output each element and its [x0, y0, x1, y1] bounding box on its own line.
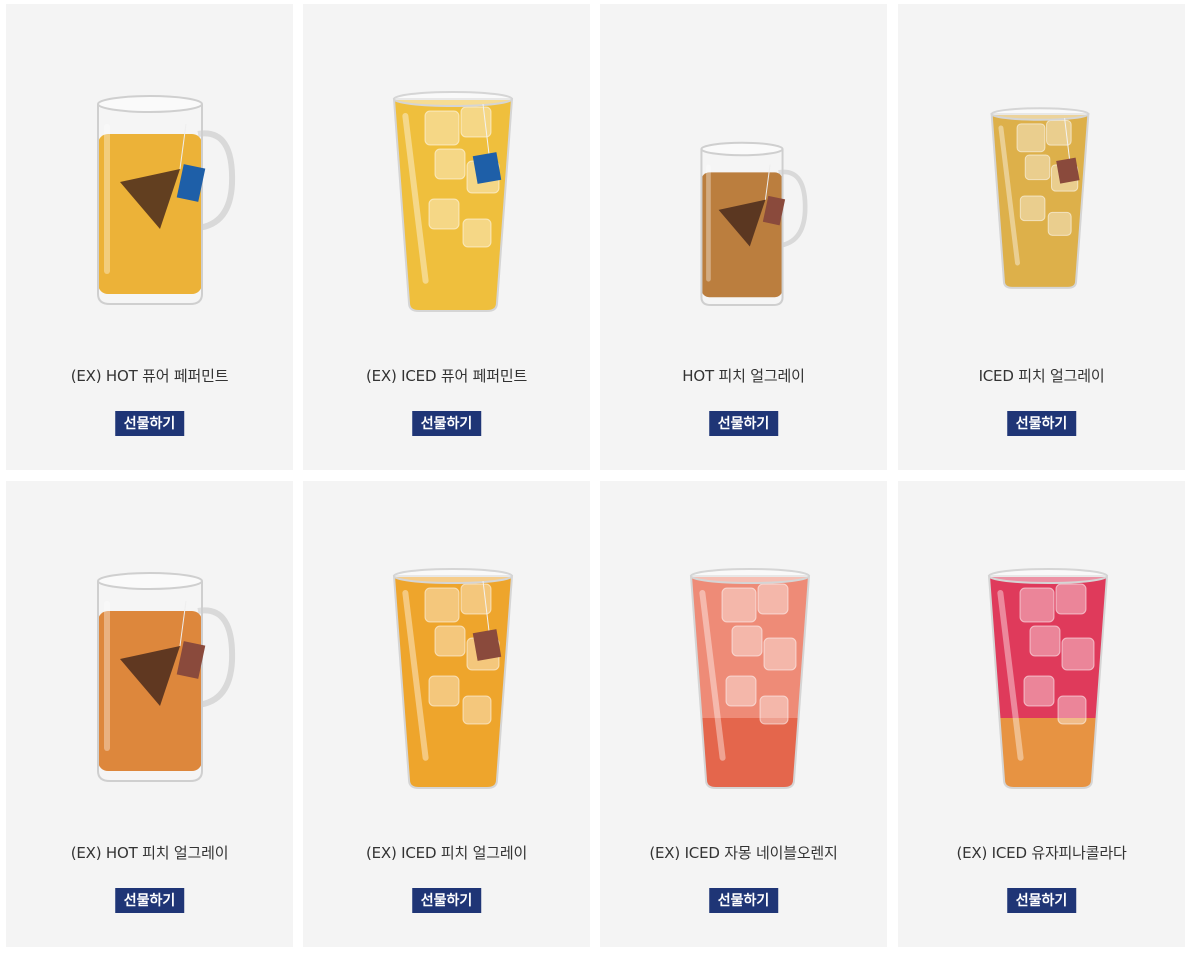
gift-button[interactable]: 선물하기	[411, 888, 482, 913]
product-image[interactable]	[303, 481, 590, 821]
product-image[interactable]	[303, 4, 590, 344]
product-image[interactable]	[6, 4, 293, 344]
product-card[interactable]: (EX) ICED 유자피나콜라다선물하기	[898, 481, 1185, 947]
product-card[interactable]: (EX) ICED 자몽 네이블오렌지선물하기	[600, 481, 887, 947]
product-image[interactable]	[600, 481, 887, 821]
product-name[interactable]: (EX) ICED 피치 얼그레이	[303, 842, 590, 863]
mug-illustration	[700, 141, 808, 306]
product-image-svg	[97, 572, 236, 782]
product-name[interactable]: (EX) HOT 퓨어 페퍼민트	[6, 365, 293, 386]
product-image-svg	[392, 568, 514, 789]
product-image[interactable]	[898, 4, 1185, 344]
product-name[interactable]: (EX) HOT 피치 얼그레이	[6, 842, 293, 863]
gift-button[interactable]: 선물하기	[114, 411, 185, 436]
glass-illustration	[990, 107, 1090, 289]
gift-button[interactable]: 선물하기	[114, 888, 185, 913]
glass-illustration	[392, 91, 514, 312]
product-image[interactable]	[898, 481, 1185, 821]
product-name[interactable]: HOT 피치 얼그레이	[600, 365, 887, 386]
product-card[interactable]: (EX) HOT 피치 얼그레이선물하기	[6, 481, 293, 947]
product-name[interactable]: (EX) ICED 퓨어 페퍼민트	[303, 365, 590, 386]
product-image-svg	[987, 568, 1109, 789]
product-image-svg	[392, 91, 514, 312]
product-image[interactable]	[600, 4, 887, 344]
gift-button[interactable]: 선물하기	[708, 888, 779, 913]
mug-illustration	[97, 95, 236, 305]
product-card[interactable]: HOT 피치 얼그레이선물하기	[600, 4, 887, 470]
product-image-svg	[700, 141, 808, 306]
gift-button[interactable]: 선물하기	[708, 411, 779, 436]
product-image-svg	[689, 568, 811, 789]
product-card[interactable]: (EX) HOT 퓨어 페퍼민트선물하기	[6, 4, 293, 470]
product-image-svg	[97, 95, 236, 305]
mug-illustration	[97, 572, 236, 782]
glass-illustration	[987, 568, 1109, 789]
product-name[interactable]: (EX) ICED 유자피나콜라다	[898, 842, 1185, 863]
product-image-svg	[990, 107, 1090, 289]
product-image[interactable]	[6, 481, 293, 821]
gift-button[interactable]: 선물하기	[1006, 411, 1077, 436]
product-grid: (EX) HOT 퓨어 페퍼민트 선물하기 (EX) ICED 퓨어 페퍼민트 선물하…	[0, 0, 1192, 955]
glass-illustration	[689, 568, 811, 789]
product-name[interactable]: ICED 피치 얼그레이	[898, 365, 1185, 386]
product-card[interactable]: (EX) ICED 피치 얼그레이선물하기	[303, 481, 590, 947]
gift-button[interactable]: 선물하기	[1006, 888, 1077, 913]
product-name[interactable]: (EX) ICED 자몽 네이블오렌지	[600, 842, 887, 863]
gift-button[interactable]: 선물하기	[411, 411, 482, 436]
product-card[interactable]: (EX) ICED 퓨어 페퍼민트선물하기	[303, 4, 590, 470]
product-card[interactable]: ICED 피치 얼그레이선물하기	[898, 4, 1185, 470]
glass-illustration	[392, 568, 514, 789]
